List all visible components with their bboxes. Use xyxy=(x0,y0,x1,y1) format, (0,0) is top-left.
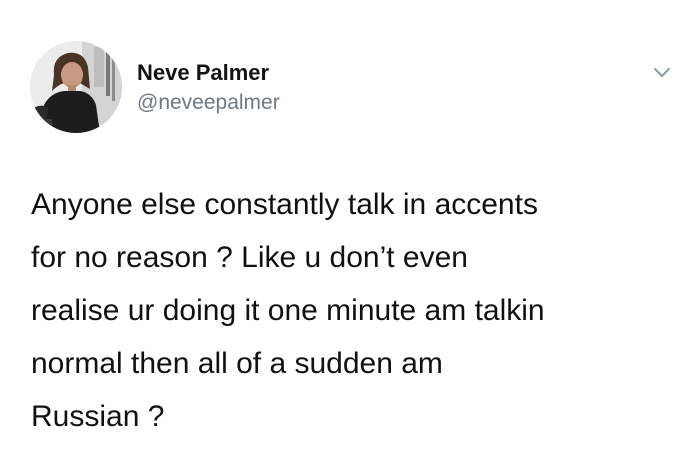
tweet-text-line: for no reason ? Like u don’t even xyxy=(31,241,468,274)
user-handle[interactable]: @neveepalmer xyxy=(137,91,280,115)
tweet-text-line: normal then all of a sudden am xyxy=(31,347,443,380)
tweet-text-line: realise ur doing it one minute am talkin xyxy=(31,294,545,327)
avatar[interactable] xyxy=(30,41,122,133)
profile-photo-icon xyxy=(30,41,122,133)
chevron-down-icon[interactable] xyxy=(653,66,671,78)
tweet-card: Neve Palmer @neveepalmer Anyone else con… xyxy=(0,0,700,472)
tweet-text: Anyone else constantly talk in accents f… xyxy=(31,178,686,443)
tweet-text-line: Russian ? xyxy=(31,400,165,433)
display-name[interactable]: Neve Palmer xyxy=(137,60,269,86)
tweet-text-line: Anyone else constantly talk in accents xyxy=(31,188,538,221)
